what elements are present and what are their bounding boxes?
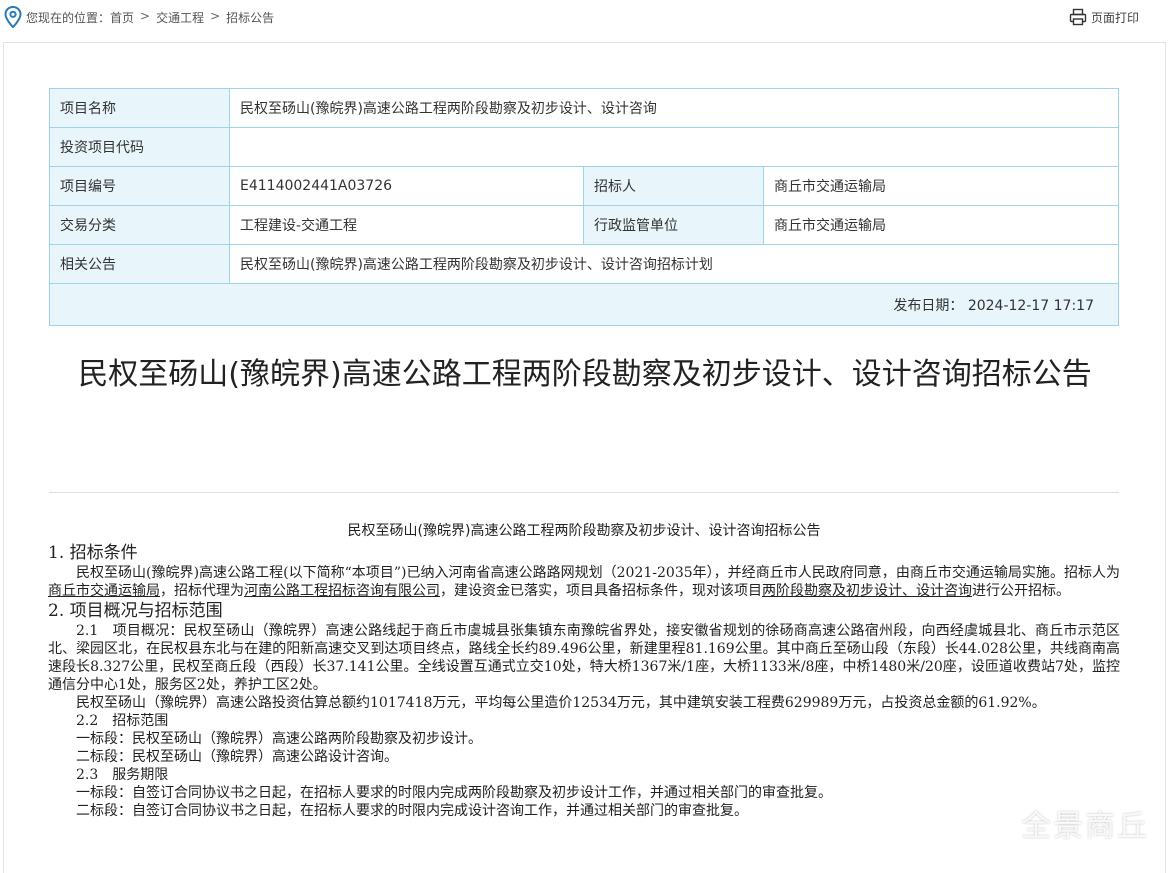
section-2-2-heading: 2.2 招标范围 [76,713,169,729]
print-label: 页面打印 [1090,10,1139,25]
breadcrumb-current[interactable]: 招标公告 [226,9,274,26]
category-value: 工程建设-交通工程 [229,205,584,245]
project-link[interactable]: 两阶段勘察及初步设计、设计咨询 [762,583,972,599]
supervisor-label: 行政监管单位 [583,205,764,245]
section-1-heading: 1. 招标条件 [48,543,138,563]
announcement-body: 民权至砀山(豫皖界)高速公路工程两阶段勘察及初步设计、设计咨询招标公告 1. 招… [48,522,1120,820]
text-run: ，建设资金已落实，项目具备招标条件，现对该项目 [440,583,762,599]
project-no-value: E4114002441A03726 [229,166,584,206]
tenderer-value: 商丘市交通运输局 [763,166,1119,206]
category-label: 交易分类 [49,205,230,245]
project-info-table: 项目名称 民权至砀山(豫皖界)高速公路工程两阶段勘察及初步设计、设计咨询 投资项… [49,88,1119,326]
breadcrumb-home-link[interactable]: 首页 [110,9,134,26]
related-label: 相关公告 [49,244,230,284]
print-button[interactable]: 页面打印 [1069,8,1139,26]
table-row: 项目编号 E4114002441A03726 招标人 商丘市交通运输局 [49,166,1119,206]
publish-date: 发布日期： 2024-12-17 17:17 [49,283,1119,326]
breadcrumb-separator: > [140,9,151,23]
doc-subtitle: 民权至砀山(豫皖界)高速公路工程两阶段勘察及初步设计、设计咨询招标公告 [347,523,821,539]
tenderer-link[interactable]: 商丘市交通运输局 [48,583,160,599]
printer-icon [1069,8,1087,26]
invest-code-value [229,127,1119,167]
related-link[interactable]: 民权至砀山(豫皖界)高速公路工程两阶段勘察及初步设计、设计咨询招标计划 [229,244,1119,284]
invest-code-label: 投资项目代码 [49,127,230,167]
text-run: 民权至砀山(豫皖界)高速公路工程(以下简称“本项目”)已纳入河南省高速公路路网规… [76,565,1120,581]
text-run: 进行公开招标。 [972,583,1070,599]
project-name-label: 项目名称 [49,88,230,128]
breadcrumb-separator: > [210,9,221,23]
project-no-label: 项目编号 [49,166,230,206]
watermark-logo: 全景商丘 [1021,809,1149,844]
table-row: 发布日期： 2024-12-17 17:17 [49,283,1119,326]
section-1-paragraph: 民权至砀山(豫皖界)高速公路工程(以下简称“本项目”)已纳入河南省高速公路路网规… [48,564,1120,600]
table-row: 投资项目代码 [49,127,1119,167]
table-row: 相关公告 民权至砀山(豫皖界)高速公路工程两阶段勘察及初步设计、设计咨询招标计划 [49,244,1119,284]
lot-2-scope: 二标段：民权至砀山（豫皖界）高速公路设计咨询。 [76,749,398,765]
supervisor-value: 商丘市交通运输局 [763,205,1119,245]
table-row: 交易分类 工程建设-交通工程 行政监管单位 商丘市交通运输局 [49,205,1119,245]
lot-2-period: 二标段：自签订合同协议书之日起，在招标人要求的时限内完成设计咨询工作，并通过相关… [76,803,748,819]
table-row: 项目名称 民权至砀山(豫皖界)高速公路工程两阶段勘察及初步设计、设计咨询 [49,88,1119,128]
breadcrumb-traffic-link[interactable]: 交通工程 [156,9,204,26]
investment-paragraph: 民权至砀山（豫皖界）高速公路投资估算总额约1017418万元，平均每公里造价12… [76,695,1046,711]
breadcrumb: 您现在的位置： 首页 > 交通工程 > 招标公告 [26,9,274,26]
breadcrumb-prefix: 您现在的位置： [26,11,111,25]
text-run: ，招标代理为 [160,583,244,599]
section-2-3-heading: 2.3 服务期限 [76,767,169,783]
lot-1-period: 一标段：自签订合同协议书之日起，在招标人要求的时限内完成两阶段勘察及初步设计工作… [76,785,832,801]
tenderer-label: 招标人 [583,166,764,206]
agency-link[interactable]: 河南公路工程招标咨询有限公司 [244,583,440,599]
lot-1-scope: 一标段：民权至砀山（豫皖界）高速公路两阶段勘察及初步设计。 [76,731,482,747]
section-2-1-paragraph: 2.1 项目概况：民权至砀山（豫皖界）高速公路线起于商丘市虞城县张集镇东南豫皖省… [48,623,1120,693]
page-title: 民权至砀山(豫皖界)高速公路工程两阶段勘察及初步设计、设计咨询招标公告 [78,357,1092,392]
divider [49,492,1119,493]
top-bar: 您现在的位置： 首页 > 交通工程 > 招标公告 页面打印 [0,0,1169,34]
section-2-heading: 2. 项目概况与招标范围 [48,601,223,621]
project-name-value: 民权至砀山(豫皖界)高速公路工程两阶段勘察及初步设计、设计咨询 [229,88,1119,128]
location-pin-icon [4,6,22,28]
